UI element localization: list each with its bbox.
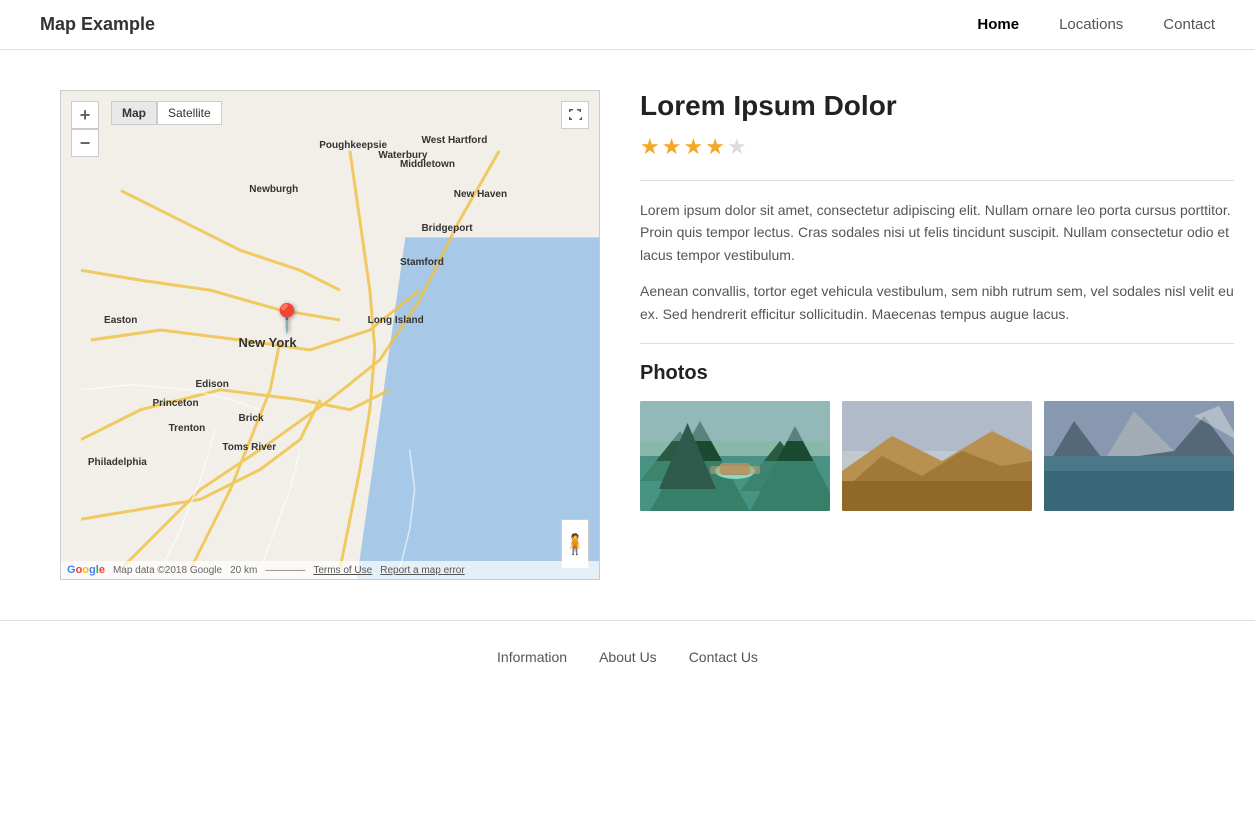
photo-2[interactable] xyxy=(842,401,1032,511)
photos-grid xyxy=(640,401,1234,511)
footer-about-link[interactable]: About Us xyxy=(599,649,657,665)
photo-3[interactable] xyxy=(1044,401,1234,511)
map-pin: 📍 xyxy=(270,302,305,335)
city-westhartford: West Hartford xyxy=(421,135,487,146)
city-waterbury: Waterbury xyxy=(378,150,427,161)
city-stamford: Stamford xyxy=(400,257,444,268)
photo-3-svg xyxy=(1044,401,1234,511)
footer-links: Information About Us Contact Us xyxy=(0,649,1255,665)
description-paragraph-1: Lorem ipsum dolor sit amet, consectetur … xyxy=(640,199,1234,266)
map-report-link[interactable]: Report a map error xyxy=(380,565,464,576)
city-princeton: Princeton xyxy=(152,398,198,409)
city-middletown: Middletown xyxy=(400,159,455,170)
city-longisland: Long Island xyxy=(368,315,424,326)
star-3: ★ xyxy=(683,134,703,160)
google-logo: Google xyxy=(67,564,105,576)
footer-contact-link[interactable]: Contact Us xyxy=(689,649,758,665)
city-trenton: Trenton xyxy=(169,423,206,434)
main-content: Poughkeepsie Newburgh New York Philadelp… xyxy=(0,50,1255,620)
city-newhaven: New Haven xyxy=(454,189,507,200)
rating-stars: ★ ★ ★ ★ ★ xyxy=(640,134,1234,160)
place-title: Lorem Ipsum Dolor xyxy=(640,90,1234,122)
star-1: ★ xyxy=(640,134,660,160)
city-bridgeport: Bridgeport xyxy=(421,223,472,234)
description-paragraph-2: Aenean convallis, tortor eget vehicula v… xyxy=(640,280,1234,325)
footer: Information About Us Contact Us xyxy=(0,620,1255,693)
right-panel: Lorem Ipsum Dolor ★ ★ ★ ★ ★ Lorem ipsum … xyxy=(640,90,1234,511)
photos-section: Photos xyxy=(640,362,1234,511)
photo-2-svg xyxy=(842,401,1032,511)
map-expand-button[interactable] xyxy=(561,101,589,129)
city-newyork: New York xyxy=(239,335,297,350)
city-easton: Easton xyxy=(104,315,137,326)
star-5: ★ xyxy=(727,134,747,160)
photo-1[interactable] xyxy=(640,401,830,511)
star-2: ★ xyxy=(662,134,682,160)
map-type-satellite-button[interactable]: Satellite xyxy=(157,101,222,125)
map-scale: 20 km xyxy=(230,565,257,576)
footer-information-link[interactable]: Information xyxy=(497,649,567,665)
star-4: ★ xyxy=(705,134,725,160)
map-footer: Google Map data ©2018 Google 20 km ―――― … xyxy=(61,561,599,579)
city-tomsriver: Toms River xyxy=(222,442,276,453)
city-brick: Brick xyxy=(239,413,264,424)
map-type-controls: Map Satellite xyxy=(111,101,222,125)
city-philadelphia: Philadelphia xyxy=(88,457,147,468)
map-zoom-controls: + − xyxy=(71,101,99,157)
map-data-credit: Map data ©2018 Google xyxy=(113,565,222,576)
zoom-out-button[interactable]: − xyxy=(71,129,99,157)
nav-home[interactable]: Home xyxy=(977,16,1019,33)
city-newburgh: Newburgh xyxy=(249,184,298,195)
divider-2 xyxy=(640,343,1234,344)
main-nav: Home Locations Contact xyxy=(977,16,1215,33)
nav-locations[interactable]: Locations xyxy=(1059,16,1123,33)
header: Map Example Home Locations Contact xyxy=(0,0,1255,50)
pegman-icon: 🧍 xyxy=(563,532,588,557)
zoom-in-button[interactable]: + xyxy=(71,101,99,129)
map-container: Poughkeepsie Newburgh New York Philadelp… xyxy=(60,90,600,580)
divider-1 xyxy=(640,180,1234,181)
photos-title: Photos xyxy=(640,362,1234,385)
city-poughkeepsie: Poughkeepsie xyxy=(319,140,387,151)
nav-contact[interactable]: Contact xyxy=(1163,16,1215,33)
photo-1-svg xyxy=(640,401,830,511)
city-edison: Edison xyxy=(196,379,229,390)
map-terms-link[interactable]: Terms of Use xyxy=(313,565,372,576)
expand-icon xyxy=(568,108,582,122)
site-logo: Map Example xyxy=(40,14,155,35)
map-type-map-button[interactable]: Map xyxy=(111,101,157,125)
place-description: Lorem ipsum dolor sit amet, consectetur … xyxy=(640,199,1234,325)
map-roads xyxy=(61,91,599,579)
